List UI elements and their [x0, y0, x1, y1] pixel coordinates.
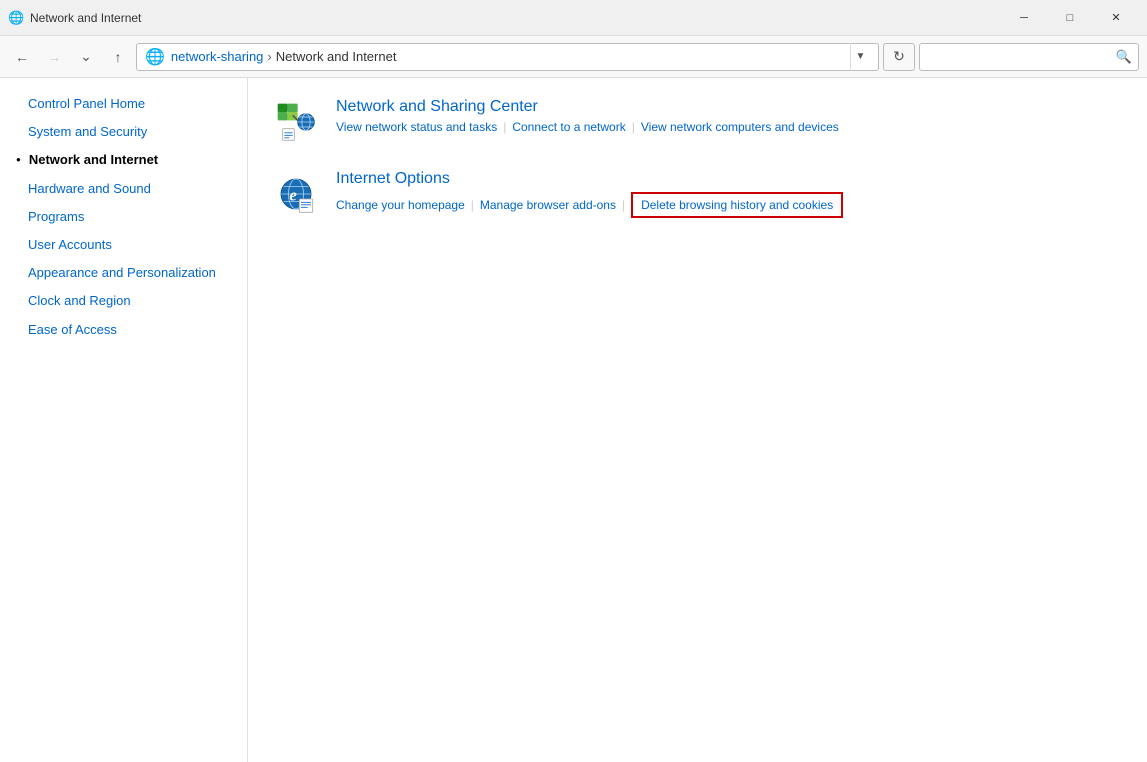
address-path: network-sharing › Network and Internet [171, 49, 844, 64]
network-sharing-links: View network status and tasks | Connect … [336, 120, 1123, 134]
sidebar-item-system-security[interactable]: System and Security [0, 118, 247, 146]
divider-2: | [632, 120, 635, 134]
address-bar: ← → ⌄ ↑ 🌐 network-sharing › Network and … [0, 36, 1147, 78]
refresh-button[interactable]: ↻ [883, 43, 915, 71]
view-network-status-link[interactable]: View network status and tasks [336, 120, 497, 134]
sidebar-item-programs[interactable]: Programs [0, 203, 247, 231]
internet-options-icon: e [272, 170, 320, 218]
network-sharing-title[interactable]: Network and Sharing Center [336, 98, 1123, 116]
recent-button[interactable]: ⌄ [72, 43, 100, 71]
change-homepage-link[interactable]: Change your homepage [336, 198, 465, 212]
sidebar-item-control-panel-home[interactable]: Control Panel Home [0, 90, 247, 118]
delete-history-highlight-box: Delete browsing history and cookies [631, 192, 843, 218]
sidebar-item-hardware-sound[interactable]: Hardware and Sound [0, 175, 247, 203]
sidebar-item-appearance-personalization[interactable]: Appearance and Personalization [0, 259, 247, 287]
divider-3: | [471, 198, 474, 212]
main-container: Control Panel Home System and Security N… [0, 78, 1147, 762]
network-sharing-section: Network and Sharing Center View network … [272, 98, 1123, 146]
path-network-internet: Network and Internet [276, 49, 397, 64]
sidebar-item-network-internet[interactable]: Network and Internet [0, 146, 247, 174]
sidebar-item-ease-of-access[interactable]: Ease of Access [0, 316, 247, 344]
manage-addons-link[interactable]: Manage browser add-ons [480, 198, 616, 212]
search-box: 🔍 [919, 43, 1139, 71]
path-separator-1: › [267, 49, 271, 64]
address-dropdown-button[interactable]: ▼ [850, 43, 870, 71]
content-area: Network and Sharing Center View network … [248, 78, 1147, 762]
address-icon: 🌐 [145, 47, 165, 67]
internet-options-section: e Internet Options Change your homepage … [272, 170, 1123, 218]
sidebar-item-user-accounts[interactable]: User Accounts [0, 231, 247, 259]
network-icon-svg [276, 102, 316, 142]
divider-1: | [503, 120, 506, 134]
connect-network-link[interactable]: Connect to a network [512, 120, 625, 134]
sidebar: Control Panel Home System and Security N… [0, 78, 248, 762]
window-title: Network and Internet [30, 11, 141, 25]
network-sharing-icon [272, 98, 320, 146]
view-computers-link[interactable]: View network computers and devices [641, 120, 839, 134]
address-field[interactable]: 🌐 network-sharing › Network and Internet… [136, 43, 879, 71]
up-button[interactable]: ↑ [104, 43, 132, 71]
internet-options-icon-svg: e [276, 174, 316, 214]
forward-button[interactable]: → [40, 43, 68, 71]
delete-history-link[interactable]: Delete browsing history and cookies [641, 198, 833, 212]
back-button[interactable]: ← [8, 43, 36, 71]
network-sharing-body: Network and Sharing Center View network … [336, 98, 1123, 134]
minimize-button[interactable]: ─ [1001, 3, 1047, 33]
title-bar: 🌐 Network and Internet ─ □ ✕ [0, 0, 1147, 36]
internet-options-links: Change your homepage | Manage browser ad… [336, 192, 1123, 218]
internet-options-title[interactable]: Internet Options [336, 170, 1123, 188]
close-button[interactable]: ✕ [1093, 3, 1139, 33]
svg-text:e: e [289, 186, 297, 205]
search-input[interactable] [926, 49, 1116, 64]
window-icon: 🌐 [8, 10, 24, 26]
title-bar-left: 🌐 Network and Internet [8, 10, 141, 26]
internet-options-body: Internet Options Change your homepage | … [336, 170, 1123, 218]
path-control-panel[interactable]: network-sharing [171, 49, 264, 64]
sidebar-item-clock-region[interactable]: Clock and Region [0, 287, 247, 315]
search-button[interactable]: 🔍 [1116, 49, 1132, 65]
title-bar-controls: ─ □ ✕ [1001, 3, 1139, 33]
divider-4: | [622, 198, 625, 212]
restore-button[interactable]: □ [1047, 3, 1093, 33]
